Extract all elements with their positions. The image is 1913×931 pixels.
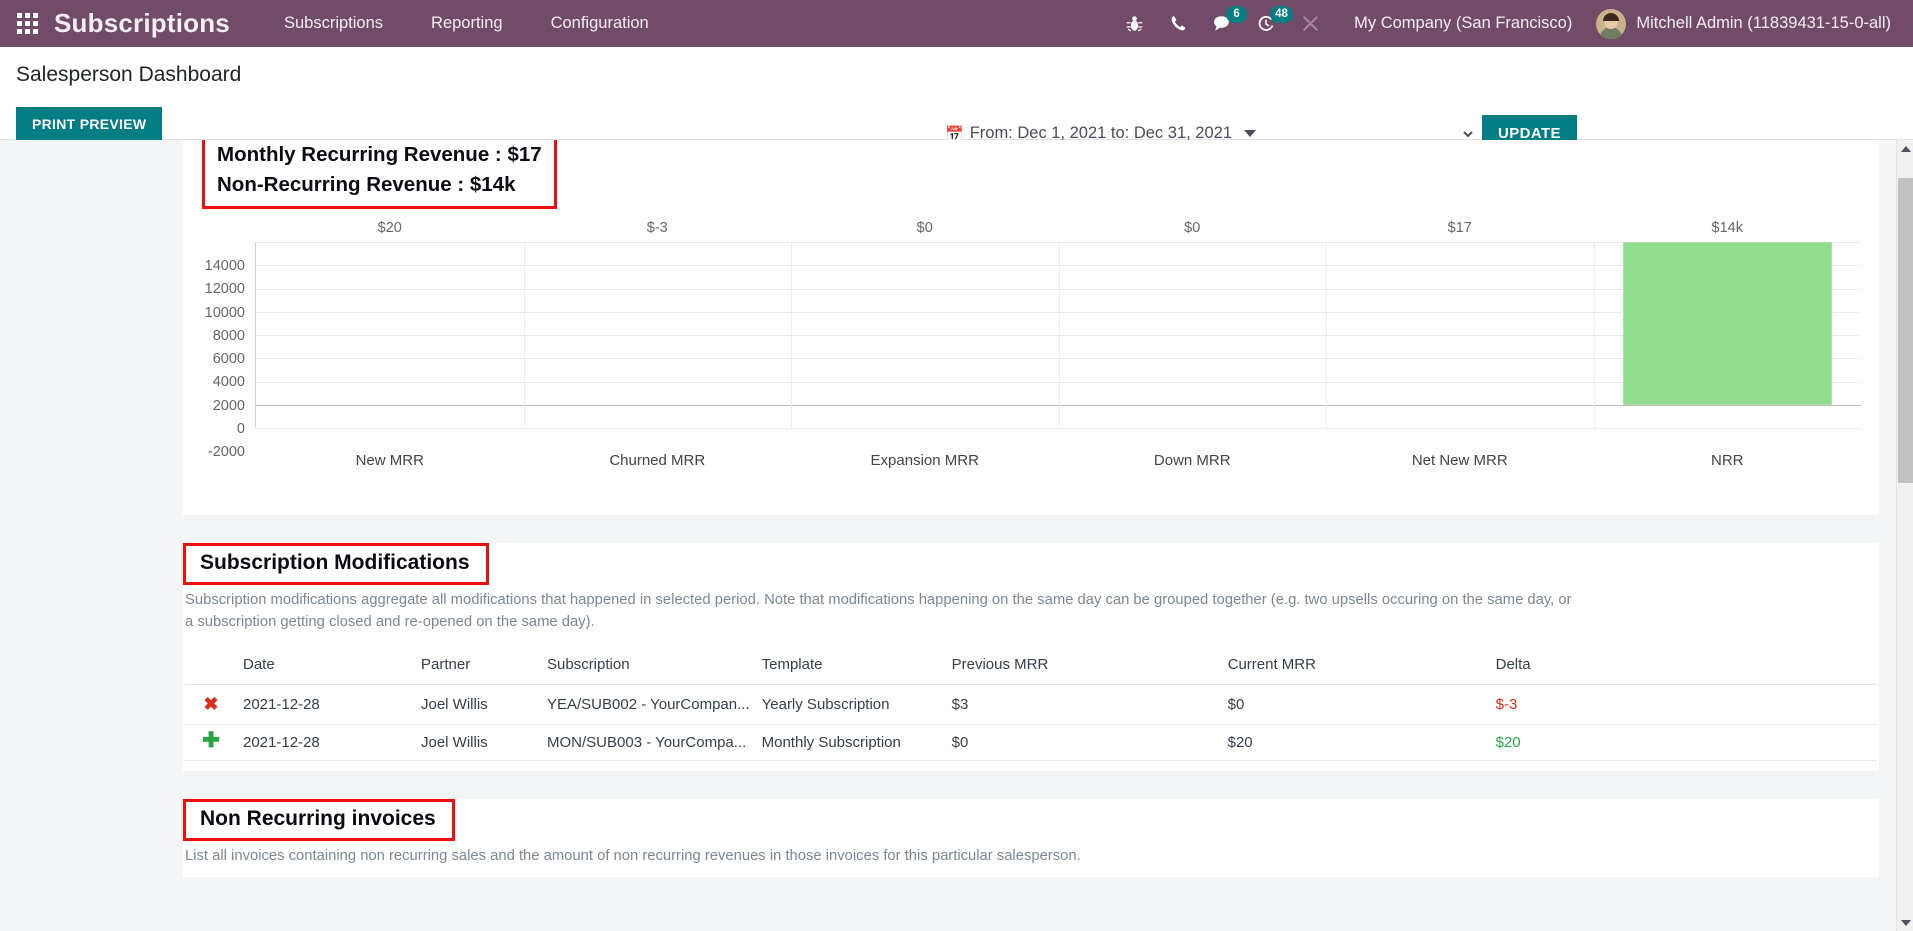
chart-data-label: $0 (1184, 220, 1200, 236)
column-header-delta: Delta (1490, 647, 1877, 685)
chart-y-tick-label: -2000 (208, 444, 245, 460)
chat-icon[interactable]: 6 (1200, 0, 1244, 47)
subscription-modifications-heading: Subscription Modifications (200, 551, 470, 575)
mrr-bar-chart: 14000 12000 10000 8000 6000 4000 2000 0 -2000 $2… (183, 218, 1879, 515)
chart-column-separator (1326, 242, 1327, 428)
subscription-modifications-table: Date Partner Subscription Template Previ… (185, 647, 1877, 761)
chart-column-separator (1059, 242, 1060, 428)
chart-y-tick-label: 10000 (205, 305, 245, 321)
chart-y-tick-label: 14000 (205, 258, 245, 274)
cell-previous-mrr: $3 (946, 685, 1222, 725)
chart-x-tick-label: Down MRR (1154, 452, 1231, 469)
table-header: Date Partner Subscription Template Previ… (185, 647, 1877, 685)
cell-previous-mrr: $0 (946, 725, 1222, 761)
cell-partner: Joel Willis (415, 725, 541, 761)
chart-y-tick-label: 4000 (213, 374, 245, 390)
nav-menu-subscriptions[interactable]: Subscriptions (260, 0, 407, 47)
page-body: Monthly Recurring Revenue : $17 Non-Recu… (0, 140, 1913, 931)
cell-template: Yearly Subscription (756, 685, 946, 725)
scrollbar-thumb[interactable] (1898, 178, 1913, 483)
table-header-row: Date Partner Subscription Template Previ… (185, 647, 1877, 685)
navbar-system-icons: 6 48 (1112, 0, 1340, 47)
phone-icon[interactable] (1156, 0, 1200, 47)
close-x-icon: ✖ (185, 685, 237, 725)
chart-bar[interactable] (1623, 242, 1832, 405)
non-recurring-heading: Non Recurring invoices (200, 807, 436, 831)
chart-x-tick-label: New MRR (356, 452, 424, 469)
chart-x-tick-label: Churned MRR (609, 452, 705, 469)
chart-y-tick-label: 8000 (213, 328, 245, 344)
vertical-scrollbar[interactable] (1896, 140, 1913, 931)
chart-y-tick-label: 0 (237, 421, 245, 437)
subscription-modifications-description: Subscription modifications aggregate all… (183, 587, 1613, 633)
table-row[interactable]: ✖ 2021-12-28 Joel Willis YEA/SUB002 - Yo… (185, 685, 1877, 725)
company-switcher[interactable]: My Company (San Francisco) (1340, 14, 1588, 33)
scroll-up-arrow-icon[interactable] (1897, 140, 1913, 157)
column-header-template: Template (756, 647, 946, 685)
chart-data-label: $0 (917, 220, 933, 236)
kpi-summary-box: Monthly Recurring Revenue : $17 Non-Recu… (202, 140, 557, 209)
chart-data-label: $14k (1712, 220, 1743, 236)
chart-column-separator (524, 242, 525, 428)
chart-x-tick-label: Expansion MRR (871, 452, 979, 469)
chart-plot-area: $20New MRR$-3Churned MRR$0Expansion MRR$… (255, 242, 1861, 428)
chart-x-tick-label: Net New MRR (1412, 452, 1508, 469)
chevron-down-icon (1244, 130, 1256, 137)
user-name-label: Mitchell Admin (11839431-15-0-all) (1636, 14, 1891, 33)
cell-date: 2021-12-28 (237, 685, 415, 725)
cell-current-mrr: $20 (1222, 725, 1490, 761)
chart-x-tick-label: NRR (1711, 452, 1744, 469)
cell-date: 2021-12-28 (237, 725, 415, 761)
chart-data-label: $-3 (647, 220, 668, 236)
cell-current-mrr: $0 (1222, 685, 1490, 725)
chart-data-label: $20 (378, 220, 402, 236)
apps-grid-icon[interactable] (0, 0, 54, 47)
chart-y-tick-label: 2000 (213, 398, 245, 414)
scroll-down-arrow-icon[interactable] (1897, 914, 1913, 931)
chart-data-label: $17 (1448, 220, 1472, 236)
column-header-current-mrr: Current MRR (1222, 647, 1490, 685)
nav-menu-reporting[interactable]: Reporting (407, 0, 527, 47)
cell-delta: $20 (1490, 725, 1877, 761)
avatar (1596, 9, 1626, 39)
non-recurring-description: List all invoices containing non recurri… (183, 843, 1613, 867)
chart-y-tick-label: 12000 (205, 281, 245, 297)
subscription-modifications-section: Subscription Modifications Subscription … (183, 543, 1879, 771)
bug-icon[interactable] (1112, 0, 1156, 47)
cell-subscription: MON/SUB003 - YourCompa... (541, 725, 756, 761)
column-header-date: Date (237, 647, 415, 685)
chart-y-tick-label: 6000 (213, 351, 245, 367)
chart-gridline (256, 428, 1861, 429)
top-navbar: Subscriptions Subscriptions Reporting Co… (0, 0, 1913, 47)
cell-delta: $-3 (1490, 685, 1877, 725)
revenue-chart-card: Monthly Recurring Revenue : $17 Non-Recu… (183, 140, 1879, 515)
user-menu[interactable]: Mitchell Admin (11839431-15-0-all) (1588, 9, 1913, 39)
cell-subscription: YEA/SUB002 - YourCompan... (541, 685, 756, 725)
non-recurring-invoices-section: Non Recurring invoices List all invoices… (183, 799, 1879, 877)
chart-column-separator (1594, 242, 1595, 428)
chart-column-separator (791, 242, 792, 428)
table-row[interactable]: ✚ 2021-12-28 Joel Willis MON/SUB003 - Yo… (185, 725, 1877, 761)
nav-menu-configuration[interactable]: Configuration (527, 0, 673, 47)
activity-clock-icon[interactable]: 48 (1244, 0, 1288, 47)
subscription-modifications-title-box: Subscription Modifications (183, 543, 489, 585)
cell-template: Monthly Subscription (756, 725, 946, 761)
column-header-previous-mrr: Previous MRR (946, 647, 1222, 685)
table-body: ✖ 2021-12-28 Joel Willis YEA/SUB002 - Yo… (185, 685, 1877, 761)
print-preview-button[interactable]: PRINT PREVIEW (16, 107, 162, 141)
column-header-icon (185, 647, 237, 685)
column-header-partner: Partner (415, 647, 541, 685)
non-recurring-title-box: Non Recurring invoices (183, 799, 455, 841)
tools-icon[interactable] (1288, 0, 1332, 47)
column-header-subscription: Subscription (541, 647, 756, 685)
cell-partner: Joel Willis (415, 685, 541, 725)
kpi-nrr-line: Non-Recurring Revenue : $14k (217, 170, 542, 200)
control-panel: Salesperson Dashboard PRINT PREVIEW 📅 Fr… (0, 47, 1913, 140)
kpi-mrr-line: Monthly Recurring Revenue : $17 (217, 140, 542, 170)
app-brand-title[interactable]: Subscriptions (54, 8, 260, 39)
scroll-content: Monthly Recurring Revenue : $17 Non-Recu… (0, 140, 1896, 931)
chart-y-axis: 14000120001000080006000400020000-2000 (183, 242, 249, 428)
page-title: Salesperson Dashboard (16, 63, 241, 87)
plus-icon: ✚ (185, 725, 237, 761)
